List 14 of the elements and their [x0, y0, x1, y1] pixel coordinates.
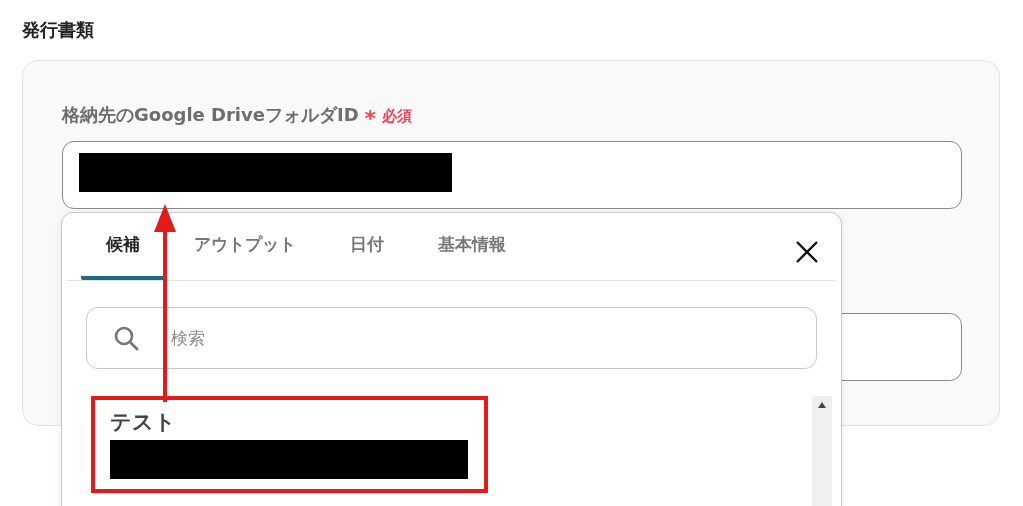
tab[interactable]: アウトプット	[169, 213, 321, 280]
tab[interactable]: 日付	[325, 213, 409, 280]
close-icon[interactable]	[795, 240, 819, 264]
input-field[interactable]	[62, 141, 962, 209]
field-label: 格納先のGoogle DriveフォルダID	[62, 103, 359, 127]
required-mark: *	[364, 106, 377, 131]
required-label: 必須	[382, 107, 413, 126]
section-title: 発行書類	[21, 18, 95, 42]
search-field[interactable]: 検索	[86, 307, 817, 369]
tab[interactable]: 基本情報	[413, 213, 531, 280]
scrollbar[interactable]	[812, 396, 832, 506]
search-icon	[113, 325, 139, 351]
list-item[interactable]: テスト	[110, 408, 468, 436]
scroll-up-icon[interactable]	[818, 402, 826, 408]
